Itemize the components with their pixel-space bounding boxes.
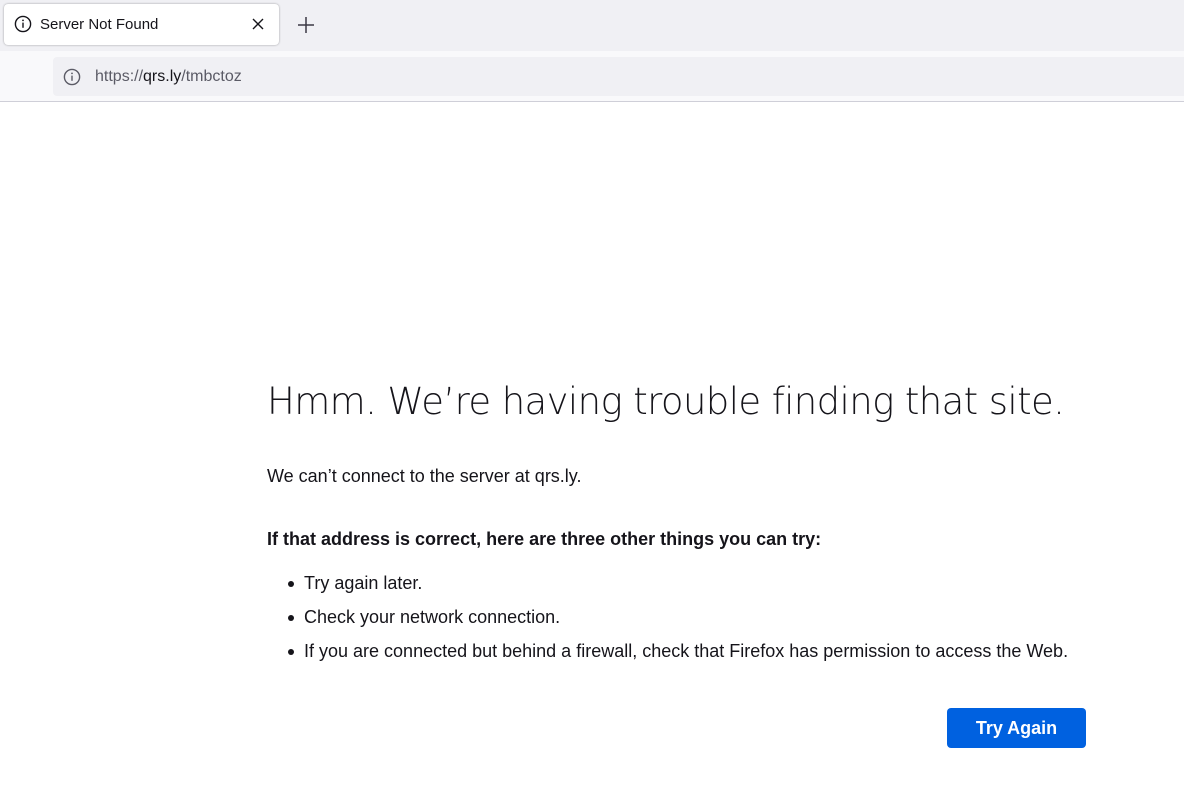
list-item: If you are connected but behind a firewa… — [286, 639, 1068, 673]
bullet-icon — [288, 581, 294, 587]
error-title: Hmm. We’re having trouble finding that s… — [267, 380, 1065, 423]
tip-text: Check your network connection. — [304, 607, 561, 627]
bullet-icon — [288, 649, 294, 655]
tips-heading: If that address is correct, here are thr… — [267, 529, 822, 549]
plus-icon[interactable] — [296, 15, 316, 35]
error-page: Hmm. We’re having trouble finding that s… — [0, 103, 1184, 785]
list-item: Check your network connection. — [286, 605, 1068, 639]
close-icon[interactable] — [251, 17, 265, 31]
url-bar[interactable]: https://qrs.ly/tmbctoz — [53, 57, 1184, 96]
info-icon — [14, 15, 32, 33]
url-text[interactable]: https://qrs.ly/tmbctoz — [95, 68, 242, 86]
bullet-icon — [288, 615, 294, 621]
tab-strip: Server Not Found — [0, 0, 1184, 51]
url-host: qrs.ly — [143, 68, 182, 85]
tips-list: Try again later. Check your network conn… — [286, 571, 1068, 673]
navigation-bar: https://qrs.ly/tmbctoz — [0, 51, 1184, 102]
url-path: /tmbctoz — [181, 68, 242, 85]
list-item: Try again later. — [286, 571, 1068, 605]
tip-text: If you are connected but behind a firewa… — [304, 641, 1069, 661]
tip-text: Try again later. — [304, 573, 423, 593]
site-info-icon[interactable] — [63, 68, 81, 86]
try-again-button[interactable]: Try Again — [947, 708, 1086, 748]
url-scheme: https:// — [95, 68, 144, 85]
tab-title: Server Not Found — [40, 16, 159, 33]
tab-server-not-found[interactable]: Server Not Found — [4, 4, 279, 45]
error-description: We can’t connect to the server at qrs.ly… — [267, 466, 582, 486]
